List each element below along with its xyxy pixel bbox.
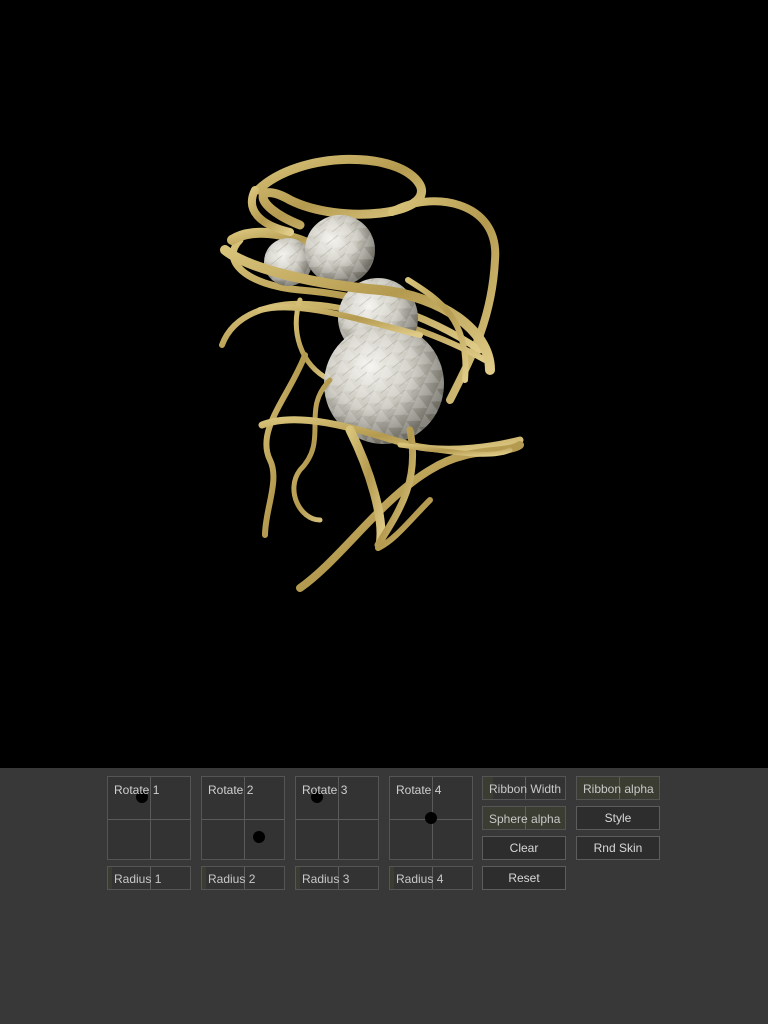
render-viewport[interactable]: [0, 0, 768, 768]
radius-2-label: Radius 2: [208, 872, 256, 886]
style-button[interactable]: Style: [576, 806, 660, 830]
rotate-1-pad[interactable]: Rotate 1: [107, 776, 191, 860]
rotate-3-pad[interactable]: Rotate 3: [295, 776, 379, 860]
sphere-alpha-label: Sphere alpha: [489, 812, 561, 826]
sphere-alpha-slider[interactable]: Sphere alpha: [482, 806, 566, 830]
slider-fill: [296, 867, 301, 889]
slider-fill: [202, 867, 207, 889]
radius-1-label: Radius 1: [114, 872, 162, 886]
radius-1-slider[interactable]: Radius 1: [107, 866, 191, 890]
ribbon-width-label: Ribbon Width: [489, 782, 562, 796]
radius-4-label: Radius 4: [396, 872, 444, 886]
rotate-4-label: Rotate 4: [396, 783, 442, 797]
ribbon-alpha-label: Ribbon alpha: [583, 782, 654, 796]
ribbon-alpha-slider[interactable]: Ribbon alpha: [576, 776, 660, 800]
rotate-4-handle[interactable]: [425, 812, 437, 824]
rotate-1-label: Rotate 1: [114, 783, 160, 797]
rotate-3-label: Rotate 3: [302, 783, 348, 797]
rotate-4-pad[interactable]: Rotate 4: [389, 776, 473, 860]
pad-crosshair-h: [108, 819, 190, 820]
slider-fill: [390, 867, 395, 889]
ribbon-width-slider[interactable]: Ribbon Width: [482, 776, 566, 800]
clear-button[interactable]: Clear: [482, 836, 566, 860]
radius-4-slider[interactable]: Radius 4: [389, 866, 473, 890]
ribbon-sculpture: [219, 154, 524, 592]
rotate-2-label: Rotate 2: [208, 783, 254, 797]
radius-2-slider[interactable]: Radius 2: [201, 866, 285, 890]
pad-crosshair-h: [296, 819, 378, 820]
reset-button[interactable]: Reset: [482, 866, 566, 890]
radius-3-slider[interactable]: Radius 3: [295, 866, 379, 890]
rotate-2-pad[interactable]: Rotate 2: [201, 776, 285, 860]
slider-fill: [108, 867, 113, 889]
rnd-skin-button[interactable]: Rnd Skin: [576, 836, 660, 860]
radius-3-label: Radius 3: [302, 872, 350, 886]
rotate-2-handle[interactable]: [253, 830, 266, 843]
control-panel: Rotate 1 Rotate 2 Rotate 3 Rotate 4 Radi…: [0, 768, 768, 1024]
pad-crosshair-h: [202, 819, 284, 820]
